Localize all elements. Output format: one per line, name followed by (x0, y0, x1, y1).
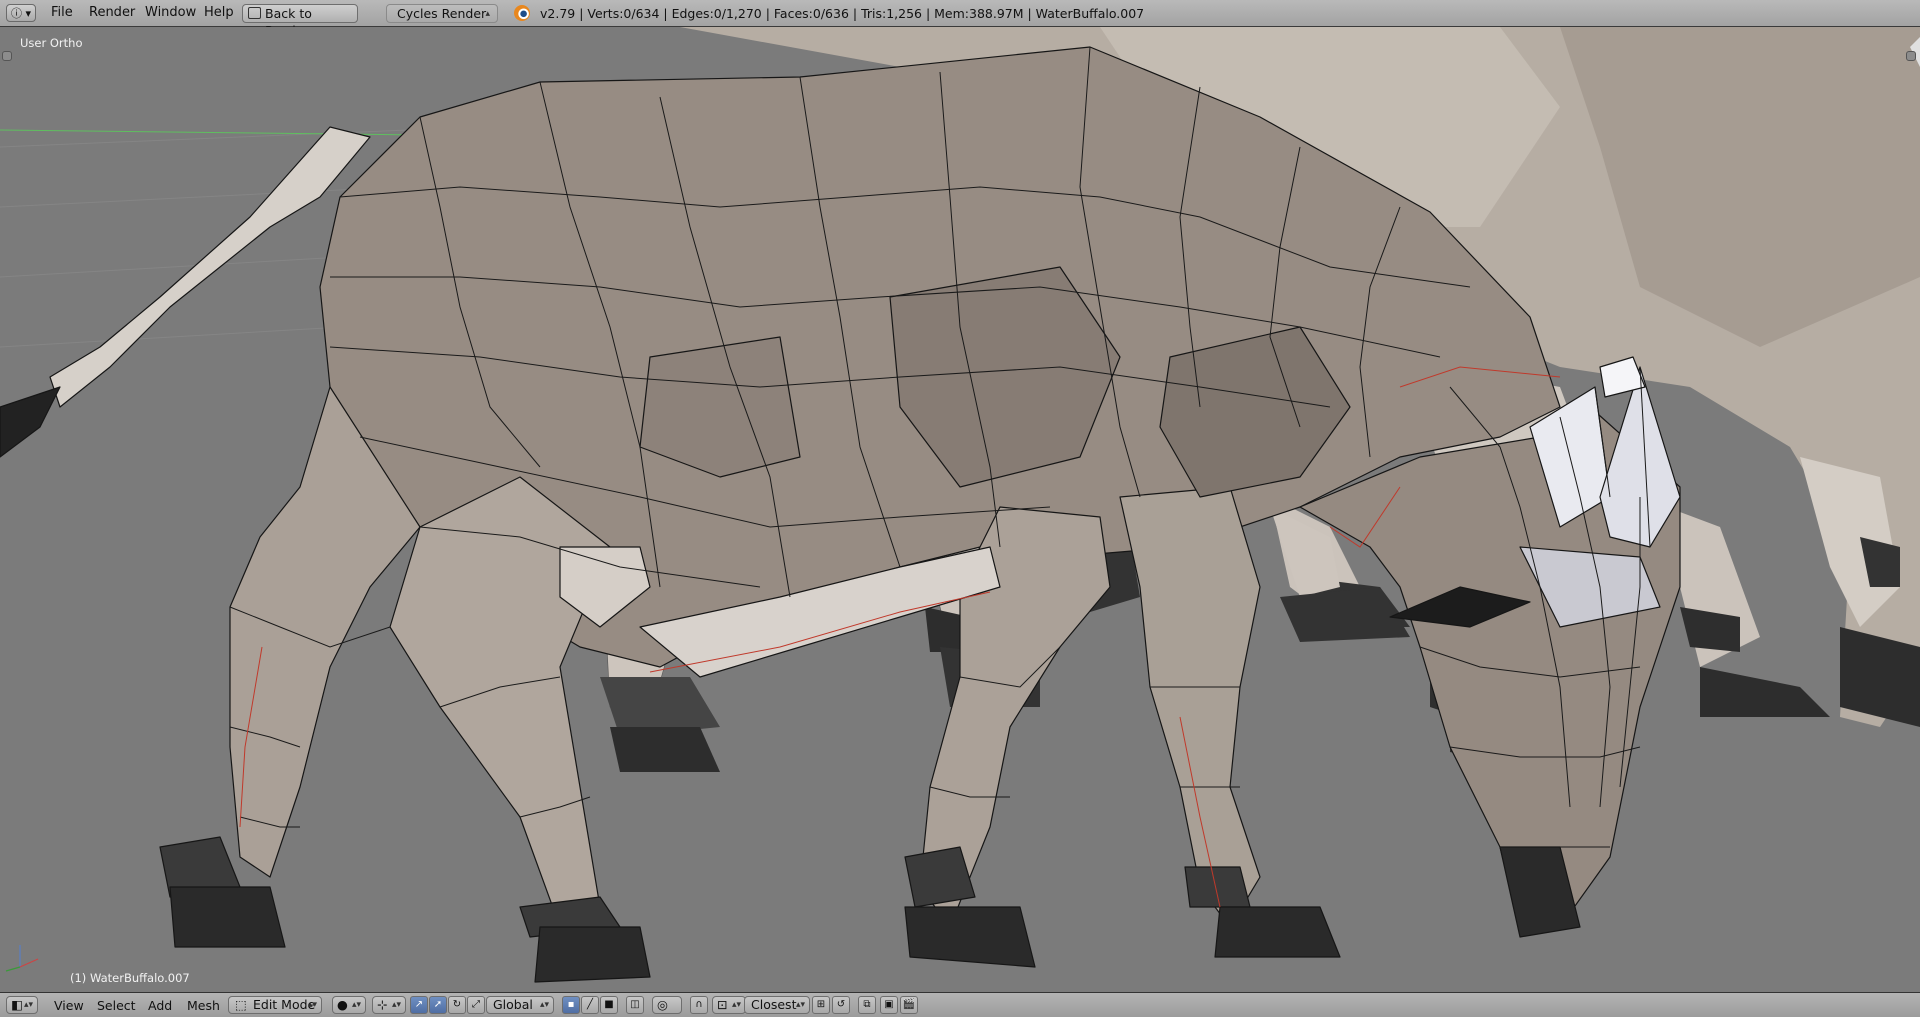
render-image-icon[interactable]: ▣ (880, 996, 898, 1014)
updown-arrows-icon: ▴▾ (307, 1000, 317, 1010)
pivot-icon: ⊹ (377, 997, 388, 1012)
screen-back-icon (248, 7, 261, 19)
render-engine-value: Cycles Render (397, 6, 487, 21)
cube-icon: ◧ (11, 997, 23, 1012)
render-engine-select[interactable]: Cycles Render ▴ (386, 4, 498, 23)
updown-arrows-icon: ▴▾ (23, 1000, 33, 1010)
manipulator-toggle-icon[interactable]: ↗ (410, 996, 428, 1014)
editor-type-button[interactable]: ◧ ▴▾ (6, 996, 38, 1014)
menu-help[interactable]: Help (204, 5, 234, 20)
menu-select[interactable]: Select (97, 998, 136, 1013)
view-label: User Ortho (20, 36, 83, 50)
edge-select-icon[interactable]: ╱ (581, 996, 599, 1014)
menu-view[interactable]: View (54, 998, 84, 1013)
edit-mode-icon: ⬚ (235, 997, 247, 1012)
orientation-value: Global (493, 997, 533, 1012)
rotate-icon[interactable]: ↻ (448, 996, 466, 1014)
blender-logo-icon (514, 5, 530, 21)
vertex-select-icon[interactable]: ▪ (562, 996, 580, 1014)
updown-arrows-icon: ▴▾ (731, 1000, 741, 1010)
info-icon: ⓘ ▾ (10, 7, 32, 20)
snap-toggle-icon[interactable]: ∩ (690, 996, 708, 1014)
updown-arrows-icon: ▴▾ (539, 1000, 549, 1010)
snap-element-icon: ⊡ (717, 997, 728, 1012)
back-to-previous-button[interactable]: Back to Previous (242, 4, 358, 38)
scale-icon[interactable]: ⤢ (467, 996, 485, 1014)
scene-stats: v2.79 | Verts:0/634 | Edges:0/1,270 | Fa… (540, 6, 1145, 21)
menu-add[interactable]: Add (148, 998, 172, 1013)
proportional-edit-select[interactable]: ◎ (652, 996, 682, 1014)
updown-arrows-icon: ▴▾ (351, 1000, 361, 1010)
solid-shading-icon: ● (337, 997, 348, 1012)
mode-value: Edit Mode (253, 997, 316, 1012)
proportional-icon: ◎ (657, 997, 668, 1012)
snap-target-select[interactable]: Closest ▴▾ (744, 996, 810, 1014)
updown-arrows-icon: ▴▾ (391, 1000, 401, 1010)
toolshelf-toggle-icon[interactable] (2, 51, 12, 61)
shading-select[interactable]: ● ▴▾ (332, 996, 366, 1014)
mode-select[interactable]: ⬚ Edit Mode ▴▾ (228, 996, 322, 1014)
updown-arrows-icon: ▴▾ (795, 1000, 805, 1010)
editor-type-button[interactable]: ⓘ ▾ (6, 4, 36, 22)
layer-icon[interactable]: ⧉ (858, 996, 876, 1014)
3d-viewport[interactable]: User Ortho (1) WaterBuffalo.007 (0, 27, 1920, 992)
menu-mesh[interactable]: Mesh (187, 998, 220, 1013)
limit-selection-icon[interactable]: ◫ (626, 996, 644, 1014)
mesh-canvas[interactable] (0, 27, 1920, 992)
face-select-icon[interactable]: ■ (600, 996, 618, 1014)
axis-widget (5, 945, 39, 972)
orientation-select[interactable]: Global ▴▾ (486, 996, 554, 1014)
info-header: ⓘ ▾ File Render Window Help Back to Prev… (0, 0, 1920, 38)
render-animation-icon[interactable]: 🎬 (900, 996, 918, 1014)
menu-window[interactable]: Window (145, 5, 196, 20)
properties-toggle-icon[interactable] (1906, 51, 1916, 61)
snap-rotation-icon[interactable]: ↺ (832, 996, 850, 1014)
snap-self-icon[interactable]: ⊞ (812, 996, 830, 1014)
active-object-label: (1) WaterBuffalo.007 (70, 971, 190, 985)
menu-render[interactable]: Render (89, 5, 135, 20)
translate-icon[interactable]: ➚ (429, 996, 447, 1014)
menu-file[interactable]: File (51, 5, 73, 20)
pivot-select[interactable]: ⊹ ▴▾ (372, 996, 406, 1014)
snap-target-value: Closest (751, 997, 797, 1012)
3d-view-header: ◧ ▴▾ View Select Add Mesh ⬚ Edit Mode ▴▾ … (0, 992, 1920, 1017)
snap-element-select[interactable]: ⊡ ▴▾ (712, 996, 746, 1014)
updown-arrows-icon: ▴ (485, 9, 490, 19)
